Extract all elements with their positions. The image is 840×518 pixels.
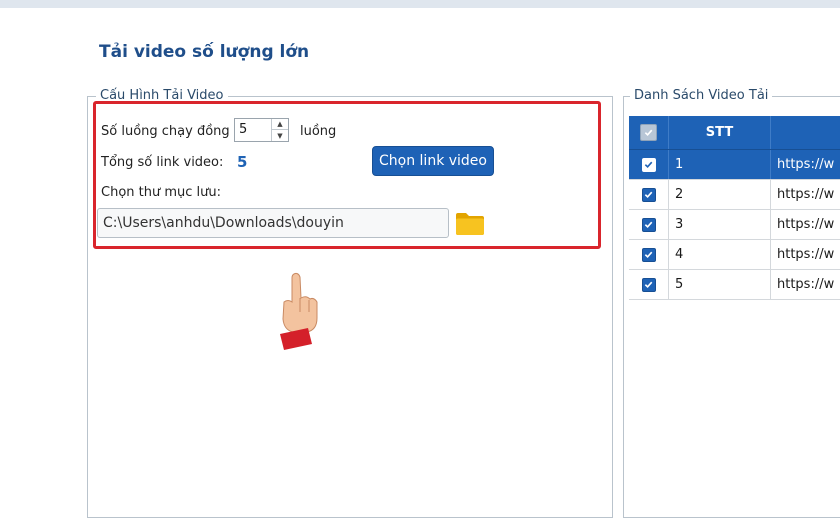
row-stt: 4 xyxy=(669,240,771,269)
row-stt: 3 xyxy=(669,210,771,239)
page-title: Tải video số lượng lớn xyxy=(99,42,310,62)
row-checkbox-cell[interactable] xyxy=(629,210,669,239)
row-url: https://w xyxy=(777,187,835,202)
checkmark-icon xyxy=(644,161,653,169)
table-row[interactable]: 4 https://w xyxy=(629,240,840,270)
pointing-hand-icon xyxy=(276,272,322,352)
table-header: STT xyxy=(629,116,840,150)
row-checkbox[interactable] xyxy=(641,187,656,202)
highlight-annotation xyxy=(93,101,601,249)
table-row[interactable]: 2 https://w xyxy=(629,180,840,210)
row-checkbox[interactable] xyxy=(641,247,656,262)
row-checkbox-cell[interactable] xyxy=(629,240,669,269)
checkmark-icon xyxy=(644,129,653,137)
row-checkbox[interactable] xyxy=(641,157,656,172)
checkmark-icon xyxy=(644,281,653,289)
row-url: https://w xyxy=(777,277,835,292)
select-all-checkbox[interactable] xyxy=(640,124,657,141)
checkmark-icon xyxy=(644,221,653,229)
checkmark-icon xyxy=(644,191,653,199)
row-checkbox-cell[interactable] xyxy=(629,180,669,209)
table-row[interactable]: 5 https://w xyxy=(629,270,840,300)
column-header-stt[interactable]: STT xyxy=(669,116,771,149)
row-stt: 5 xyxy=(669,270,771,299)
row-url: https://w xyxy=(777,157,835,172)
header-select-all[interactable] xyxy=(629,116,669,149)
column-header-url[interactable] xyxy=(771,116,840,149)
row-checkbox[interactable] xyxy=(641,277,656,292)
table-row[interactable]: 3 https://w xyxy=(629,210,840,240)
checkmark-icon xyxy=(644,251,653,259)
row-checkbox-cell[interactable] xyxy=(629,150,669,179)
row-stt: 1 xyxy=(669,150,771,179)
row-stt: 2 xyxy=(669,180,771,209)
row-checkbox-cell[interactable] xyxy=(629,270,669,299)
table-row[interactable]: 1 https://w xyxy=(629,150,840,180)
video-list-table: STT 1 https://w 2 https://w 3 https://w xyxy=(629,116,840,300)
row-checkbox[interactable] xyxy=(641,217,656,232)
window-top-strip xyxy=(0,0,840,8)
video-list-groupbox-legend: Danh Sách Video Tải xyxy=(630,88,773,104)
row-url: https://w xyxy=(777,247,835,262)
row-url: https://w xyxy=(777,217,835,232)
